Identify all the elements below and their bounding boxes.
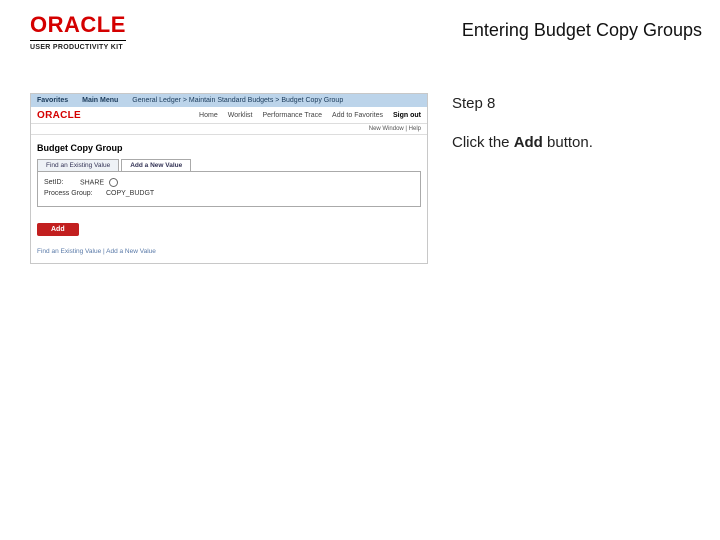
link-home[interactable]: Home bbox=[199, 112, 218, 119]
oracle-logo: ORACLE bbox=[30, 14, 126, 36]
link-signout[interactable]: Sign out bbox=[393, 112, 421, 119]
step-label: Step 8 bbox=[452, 95, 593, 112]
link-worklist[interactable]: Worklist bbox=[228, 112, 253, 119]
main-row: Favorites Main Menu General Ledger > Mai… bbox=[0, 57, 720, 264]
tab-find[interactable]: Find an Existing Value bbox=[37, 159, 119, 171]
tab-add[interactable]: Add a New Value bbox=[121, 159, 191, 171]
instr-prefix: Click the bbox=[452, 134, 514, 151]
setid-label: SetID: bbox=[44, 179, 78, 186]
instr-bold: Add bbox=[514, 134, 543, 151]
upk-label: USER PRODUCTIVITY KIT bbox=[30, 40, 126, 51]
instruction-text: Click the Add button. bbox=[452, 134, 593, 151]
secondary-links: Home Worklist Performance Trace Add to F… bbox=[199, 112, 421, 119]
app-secondbar: ORACLE Home Worklist Performance Trace A… bbox=[31, 107, 427, 124]
instruction-pane: Step 8 Click the Add button. bbox=[452, 93, 593, 264]
module-title: Budget Copy Group bbox=[31, 135, 427, 159]
instr-suffix: button. bbox=[543, 134, 593, 151]
topbar-favorites[interactable]: Favorites bbox=[37, 97, 68, 104]
setid-value[interactable]: SHARE bbox=[80, 179, 104, 186]
setid-row: SetID: SHARE bbox=[44, 178, 414, 187]
oracle-mini-logo: ORACLE bbox=[37, 110, 81, 121]
page-header: ORACLE USER PRODUCTIVITY KIT Entering Bu… bbox=[0, 0, 720, 57]
link-fav[interactable]: Add to Favorites bbox=[332, 112, 383, 119]
lesson-title: Entering Budget Copy Groups bbox=[462, 14, 702, 41]
lookup-icon[interactable] bbox=[106, 179, 118, 186]
group-label: Process Group: bbox=[44, 190, 104, 197]
form-pane: SetID: SHARE Process Group: COPY_BUDGT bbox=[37, 171, 421, 207]
breadcrumb: General Ledger > Maintain Standard Budge… bbox=[132, 97, 343, 104]
group-value[interactable]: COPY_BUDGT bbox=[106, 190, 154, 197]
tab-strip: Find an Existing Value Add a New Value bbox=[31, 159, 427, 171]
link-perf[interactable]: Performance Trace bbox=[263, 112, 323, 119]
newwin-bar[interactable]: New Window | Help bbox=[31, 124, 427, 135]
app-screenshot: Favorites Main Menu General Ledger > Mai… bbox=[30, 93, 428, 264]
oracle-logo-block: ORACLE USER PRODUCTIVITY KIT bbox=[30, 14, 126, 51]
add-button[interactable]: Add bbox=[37, 223, 79, 236]
group-row: Process Group: COPY_BUDGT bbox=[44, 190, 414, 197]
footer-links[interactable]: Find an Existing Value | Add a New Value bbox=[31, 242, 427, 263]
app-topbar: Favorites Main Menu General Ledger > Mai… bbox=[31, 94, 427, 107]
topbar-mainmenu[interactable]: Main Menu bbox=[82, 97, 118, 104]
